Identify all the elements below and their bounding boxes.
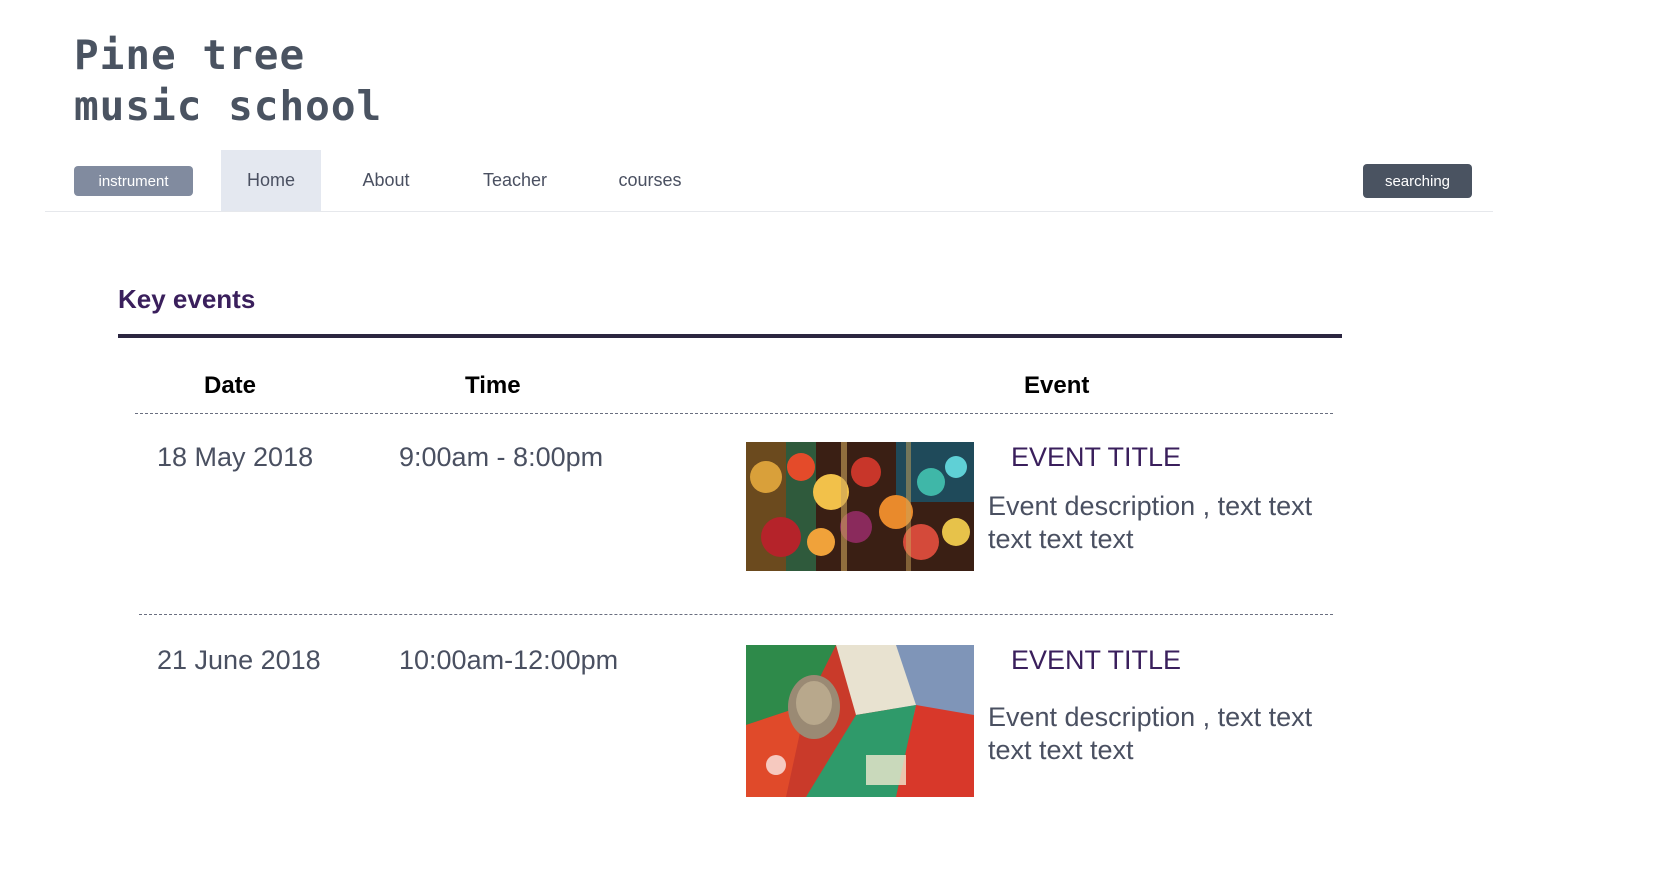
event-title[interactable]: EVENT TITLE xyxy=(1011,645,1181,676)
event-date: 21 June 2018 xyxy=(157,645,321,675)
logo-line-2: music school xyxy=(74,82,383,130)
performer-photo-icon xyxy=(746,645,974,797)
header-event: Event xyxy=(1024,372,1090,399)
logo-line-1: Pine tree xyxy=(74,31,306,79)
nav-item-home[interactable]: Home xyxy=(221,150,321,211)
event-description: Event description , text text text text … xyxy=(988,491,1313,554)
lanterns-photo-icon xyxy=(746,442,974,571)
instrument-button[interactable]: instrument xyxy=(74,166,193,196)
event-time: 9:00am - 8:00pm xyxy=(399,442,604,472)
main-navbar: instrument Home About Teacher courses se… xyxy=(45,150,1493,212)
row-divider xyxy=(139,614,1333,615)
nav-item-courses[interactable]: courses xyxy=(605,150,695,211)
nav-item-teacher[interactable]: Teacher xyxy=(470,150,560,211)
section-divider xyxy=(118,334,1342,338)
row-divider xyxy=(135,413,1333,414)
site-logo[interactable]: Pine tree music school xyxy=(74,30,382,132)
header-date: Date xyxy=(204,372,257,399)
search-button[interactable]: searching xyxy=(1363,164,1472,198)
event-date: 18 May 2018 xyxy=(157,442,314,472)
nav-item-about[interactable]: About xyxy=(351,150,421,211)
event-time: 10:00am-12:00pm xyxy=(399,645,619,675)
section-title: Key events xyxy=(118,284,256,314)
event-description: Event description , text text text text … xyxy=(988,702,1313,765)
header-time: Time xyxy=(465,372,521,399)
event-image-performer[interactable] xyxy=(746,645,974,797)
event-title[interactable]: EVENT TITLE xyxy=(1011,442,1181,473)
event-image-lanterns[interactable] xyxy=(746,442,974,571)
